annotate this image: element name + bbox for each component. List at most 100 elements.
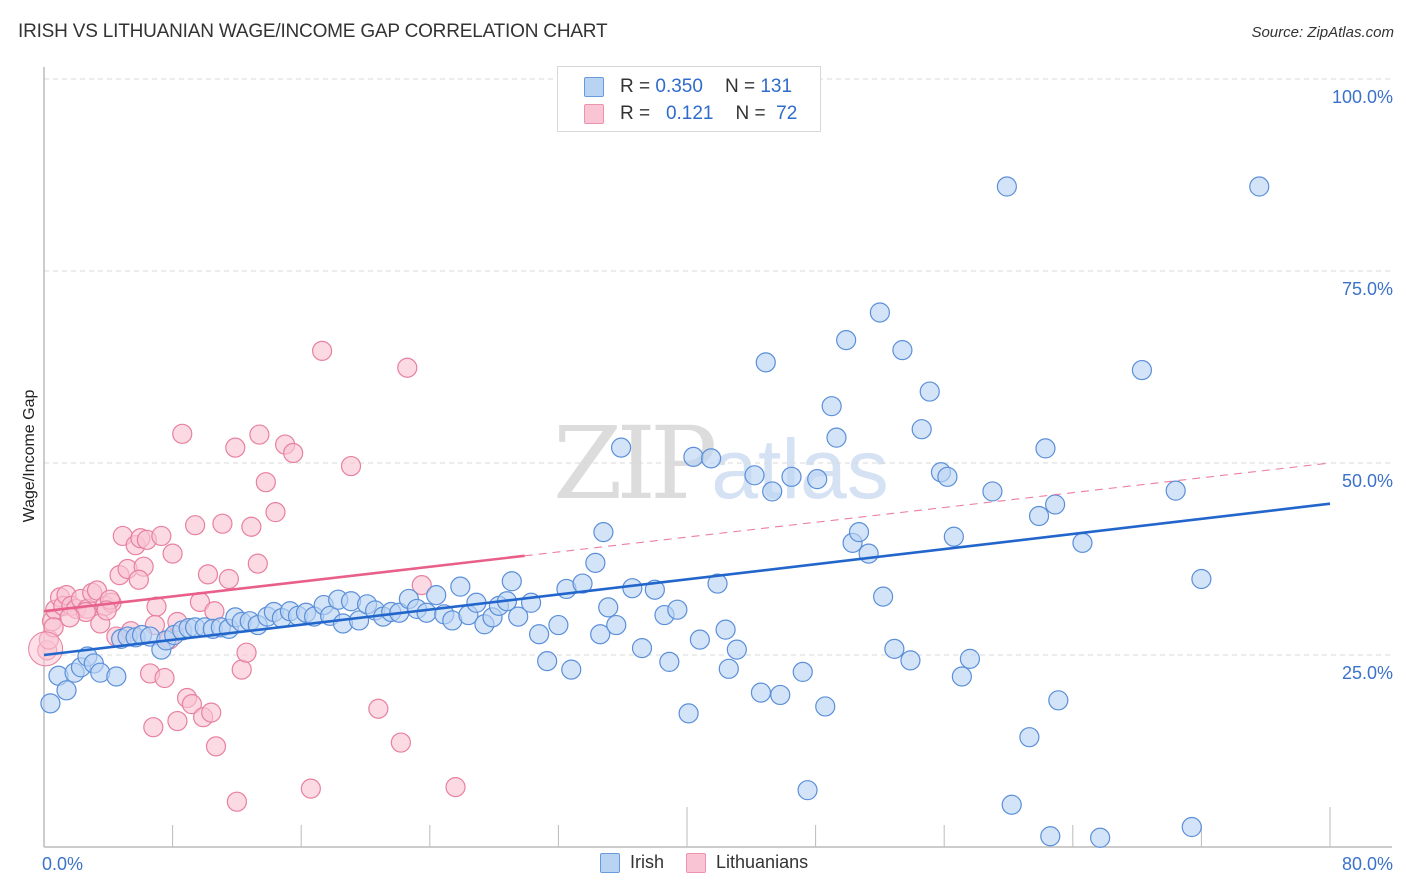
irish-point xyxy=(1001,794,1022,815)
irish-point xyxy=(450,576,471,597)
legend-row-lithuanians: R = 0.121 N = 72 xyxy=(584,101,797,127)
n-value: 72 xyxy=(776,103,798,124)
lithuanians-point xyxy=(167,710,188,732)
lithuanians-point xyxy=(185,515,206,536)
irish-point xyxy=(873,586,894,607)
irish-point xyxy=(762,481,783,502)
irish-point xyxy=(836,330,857,351)
irish-point xyxy=(911,419,932,440)
lithuanians-point xyxy=(205,736,227,757)
irish-point xyxy=(548,614,569,636)
irish-point xyxy=(718,658,739,679)
lithuanians-trend-extension xyxy=(524,462,1331,557)
irish-point xyxy=(585,552,606,573)
r-value: 0.350 xyxy=(655,76,703,97)
irish-point xyxy=(781,466,802,487)
irish-point xyxy=(689,629,710,650)
x-tick-label: 80.0% xyxy=(1342,854,1393,874)
irish-point xyxy=(943,526,964,547)
series-legend: Irish Lithuanians xyxy=(600,852,830,873)
irish-point xyxy=(892,340,913,361)
irish-point xyxy=(951,666,972,687)
legend-item-lithuanians[interactable]: Lithuanians xyxy=(686,852,808,873)
irish-point xyxy=(715,619,736,640)
irish-point xyxy=(900,650,921,671)
irish-point xyxy=(56,680,77,701)
irish-point xyxy=(1048,690,1069,711)
irish-point xyxy=(40,693,61,714)
legend-item-irish[interactable]: Irish xyxy=(600,852,664,873)
lithuanians-point xyxy=(231,659,252,680)
irish-swatch xyxy=(600,852,620,873)
lithuanians-point xyxy=(212,513,233,534)
irish-point xyxy=(678,703,699,724)
y-axis-label: Wage/Income Gap xyxy=(21,390,38,523)
n-label: N = xyxy=(724,76,756,97)
irish-point xyxy=(610,437,632,458)
irish-point xyxy=(1090,827,1111,848)
irish-point xyxy=(606,614,627,636)
irish-point xyxy=(919,381,940,402)
irish-point xyxy=(622,578,643,599)
irish-point xyxy=(701,448,722,469)
irish-point xyxy=(1019,727,1040,748)
irish-point xyxy=(1028,505,1050,527)
lithuanians-point xyxy=(311,340,333,361)
tick-labels: 25.0% 50.0% 75.0% 100.0% 0.0% 80.0% xyxy=(42,87,1393,874)
irish-point xyxy=(529,624,550,645)
lithuanians-point xyxy=(397,357,418,378)
irish-point xyxy=(1072,532,1093,553)
irish-point xyxy=(815,696,836,717)
irish-point xyxy=(826,427,847,448)
r-label: R = xyxy=(620,76,651,97)
irish-point xyxy=(1191,568,1212,590)
r-label: R = xyxy=(620,103,651,124)
scatter-chart: 25.0% 50.0% 75.0% 100.0% 0.0% 80.0% Wage/Inco… xyxy=(21,67,1393,874)
legend-row-irish: R = 0.350 N = 131 xyxy=(584,74,792,100)
lithuanians-point xyxy=(368,698,389,719)
lithuanians-point xyxy=(255,472,276,493)
irish-point xyxy=(106,666,127,687)
irish-point xyxy=(561,659,582,680)
n-label: N = xyxy=(735,103,766,124)
lithuanians-point xyxy=(226,791,247,812)
r-value: 0.121 xyxy=(665,103,714,124)
lithuanians-point xyxy=(236,642,257,663)
lithuanians-point xyxy=(128,569,149,590)
irish-point xyxy=(659,651,680,673)
lithuanians-point xyxy=(445,776,466,798)
correlation-legend: R = 0.350 N = 131 R = 0.121 N = 72 xyxy=(557,66,821,132)
irish-point xyxy=(755,352,776,373)
lithuanians-point xyxy=(28,631,64,667)
irish-point xyxy=(744,465,765,486)
x-tick-label: 0.0% xyxy=(42,854,83,874)
irish-point xyxy=(416,602,437,623)
irish-point xyxy=(426,584,447,606)
irish-swatch xyxy=(584,77,604,97)
irish-point xyxy=(726,639,747,660)
irish-point xyxy=(996,176,1017,197)
irish-point xyxy=(1035,438,1056,459)
irish-point xyxy=(770,684,791,706)
y-tick-label: 100.0% xyxy=(1332,87,1393,107)
gridlines xyxy=(44,78,1392,656)
lithuanians-point xyxy=(241,516,262,537)
irish-point xyxy=(631,637,653,659)
lithuanians-point xyxy=(249,424,270,445)
lithuanians-points xyxy=(28,340,466,812)
lithuanians-point xyxy=(283,442,304,464)
lithuanians-point xyxy=(172,423,193,444)
irish-point xyxy=(593,522,614,543)
irish-point xyxy=(683,446,704,467)
irish-point xyxy=(598,597,619,618)
lithuanians-point xyxy=(390,732,411,753)
y-tick-label: 75.0% xyxy=(1342,279,1393,299)
irish-point xyxy=(937,466,958,487)
irish-point xyxy=(1040,826,1061,847)
irish-point xyxy=(1249,176,1270,197)
lithuanians-point xyxy=(300,778,321,799)
lithuanians-point xyxy=(143,717,164,738)
irish-point xyxy=(807,469,828,490)
lithuanians-point xyxy=(197,564,219,585)
lithuanians-point xyxy=(218,568,239,590)
